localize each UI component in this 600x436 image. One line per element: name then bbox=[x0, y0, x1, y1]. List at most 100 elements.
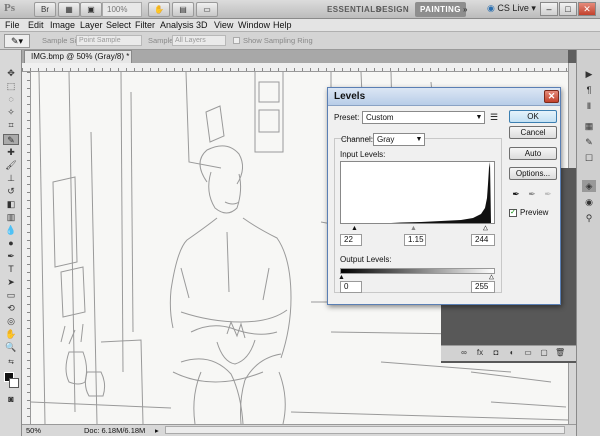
shape-tool-icon[interactable]: ▭ bbox=[3, 290, 19, 301]
background-color-swatch[interactable] bbox=[9, 378, 19, 388]
input-gamma-field[interactable]: 1.15 bbox=[404, 234, 426, 246]
link-layers-icon[interactable]: ∞ bbox=[459, 348, 469, 358]
input-black-slider-handle[interactable]: ▲ bbox=[351, 225, 358, 232]
output-black-slider-handle[interactable]: ▲ bbox=[338, 274, 345, 281]
input-white-slider-handle[interactable]: ▲ bbox=[482, 225, 489, 233]
black-point-eyedropper-icon[interactable]: ✒ bbox=[511, 189, 521, 200]
history-brush-tool-icon[interactable]: ↺ bbox=[3, 186, 19, 197]
close-window-button[interactable]: ✕ bbox=[578, 2, 596, 16]
layer-mask-icon[interactable]: ◘ bbox=[491, 348, 501, 358]
cancel-button[interactable]: Cancel bbox=[509, 126, 557, 139]
arrange-documents-button[interactable]: ▤ bbox=[172, 2, 194, 17]
layer-style-icon[interactable]: fx bbox=[475, 348, 485, 358]
status-menu-arrow-icon[interactable]: ▸ bbox=[155, 425, 159, 436]
menu-select[interactable]: Select bbox=[106, 19, 131, 32]
menu-view[interactable]: View bbox=[214, 19, 233, 32]
sample-size-select[interactable]: Point Sample bbox=[76, 35, 142, 46]
3d-orbit-tool-icon[interactable]: ◎ bbox=[3, 316, 19, 327]
history-icon[interactable]: ¶ bbox=[582, 84, 596, 96]
menu-edit[interactable]: Edit bbox=[28, 19, 44, 32]
status-zoom[interactable]: 50% bbox=[26, 425, 41, 436]
move-tool-icon[interactable]: ✥ bbox=[3, 68, 19, 79]
3d-rotate-tool-icon[interactable]: ⟲ bbox=[3, 303, 19, 314]
preset-select[interactable]: Custom ▼ bbox=[362, 111, 485, 124]
zoom-tool-icon[interactable]: 🔍 bbox=[3, 342, 19, 353]
input-white-field[interactable]: 244 bbox=[471, 234, 495, 246]
preview-checkbox[interactable]: ✓ bbox=[509, 209, 517, 217]
delete-layer-icon[interactable]: 🗑 bbox=[555, 348, 565, 358]
menu-layer[interactable]: Layer bbox=[80, 19, 103, 32]
menu-file[interactable]: File bbox=[5, 19, 20, 32]
clone-source-icon[interactable]: ☐ bbox=[582, 152, 596, 164]
quick-select-tool-icon[interactable]: ✧ bbox=[3, 107, 19, 118]
new-layer-icon[interactable]: ▢ bbox=[539, 348, 549, 358]
navigator-icon[interactable]: ▶ bbox=[582, 68, 596, 80]
extras-button[interactable]: ▦ bbox=[58, 2, 80, 17]
dodge-tool-icon[interactable]: ● bbox=[3, 238, 19, 249]
swatches-icon[interactable]: ▦ bbox=[582, 120, 596, 132]
clone-stamp-tool-icon[interactable]: ⊥ bbox=[3, 173, 19, 184]
bridge-button[interactable]: Br bbox=[34, 2, 56, 17]
hand-button[interactable]: ✋ bbox=[148, 2, 170, 17]
input-black-field[interactable]: 22 bbox=[340, 234, 362, 246]
type-tool-icon[interactable]: T bbox=[3, 264, 19, 275]
minimize-button[interactable]: – bbox=[540, 2, 558, 16]
levels-close-button[interactable]: ✕ bbox=[544, 90, 559, 103]
horizontal-scrollbar[interactable] bbox=[165, 426, 565, 434]
workspace-more-button[interactable]: » bbox=[463, 2, 468, 17]
menu-window[interactable]: Window bbox=[238, 19, 270, 32]
hand-tool-icon[interactable]: ✋ bbox=[3, 329, 19, 340]
character-icon[interactable]: Ⅱ bbox=[582, 100, 596, 112]
menu-image[interactable]: Image bbox=[50, 19, 75, 32]
marquee-tool-icon[interactable]: ⬚ bbox=[3, 81, 19, 92]
menu-analysis[interactable]: Analysis bbox=[160, 19, 194, 32]
input-gamma-slider-handle[interactable]: ▲ bbox=[410, 225, 417, 232]
document-tab[interactable]: IMG.bmp @ 50% (Gray/8) * × bbox=[24, 50, 132, 73]
cs-live-button[interactable]: ◉ CS Live ▾ bbox=[487, 3, 536, 14]
swap-colors-icon[interactable]: ⇆ bbox=[3, 357, 19, 368]
quick-mask-icon[interactable]: ◙ bbox=[3, 394, 19, 405]
levels-title-bar[interactable]: Levels ✕ bbox=[328, 88, 560, 106]
show-sampling-ring-checkbox[interactable] bbox=[233, 37, 240, 44]
workspace-essentials[interactable]: ESSENTIALS bbox=[327, 2, 381, 17]
maximize-button[interactable]: □ bbox=[559, 2, 577, 16]
workspace-design[interactable]: DESIGN bbox=[376, 2, 409, 17]
menu-3d[interactable]: 3D bbox=[196, 19, 208, 32]
output-white-field[interactable]: 255 bbox=[471, 281, 495, 293]
channel-value: Gray bbox=[377, 135, 395, 144]
blur-tool-icon[interactable]: 💧 bbox=[3, 225, 19, 236]
channel-select[interactable]: Gray ▼ bbox=[373, 133, 425, 146]
crop-tool-icon[interactable]: ⌗ bbox=[3, 120, 19, 131]
brush-tool-icon[interactable]: 🖌 bbox=[3, 160, 19, 171]
eyedropper-tool-icon[interactable]: ✎ bbox=[3, 134, 19, 145]
view-extras-button[interactable]: ▣ bbox=[80, 2, 102, 17]
auto-button[interactable]: Auto bbox=[509, 147, 557, 160]
new-group-icon[interactable]: ▭ bbox=[523, 348, 533, 358]
gray-point-eyedropper-icon[interactable]: ✒ bbox=[527, 189, 537, 200]
white-point-eyedropper-icon[interactable]: ✒ bbox=[543, 189, 553, 200]
preset-options-icon[interactable]: ☰ bbox=[490, 112, 498, 123]
tool-preset-picker[interactable]: ✎▾ bbox=[4, 34, 30, 48]
adjustment-layer-icon[interactable]: ◐ bbox=[507, 348, 517, 358]
workspace-painting[interactable]: PAINTING bbox=[415, 2, 466, 17]
path-selection-tool-icon[interactable]: ➤ bbox=[3, 277, 19, 288]
lasso-tool-icon[interactable]: ◌ bbox=[3, 94, 19, 105]
sample-select[interactable]: All Layers bbox=[172, 35, 226, 46]
output-white-slider-handle[interactable]: ▲ bbox=[488, 274, 495, 282]
output-black-field[interactable]: 0 bbox=[340, 281, 362, 293]
eraser-tool-icon[interactable]: ◧ bbox=[3, 199, 19, 210]
channels-icon[interactable]: ◉ bbox=[582, 196, 596, 208]
healing-brush-tool-icon[interactable]: ✚ bbox=[3, 147, 19, 158]
pen-tool-icon[interactable]: ✒ bbox=[3, 251, 19, 262]
menu-help[interactable]: Help bbox=[273, 19, 292, 32]
document-tab-title: IMG.bmp @ 50% (Gray/8) * bbox=[31, 52, 130, 61]
screen-mode-button[interactable]: ▭ bbox=[196, 2, 218, 17]
layers-icon[interactable]: ◈ bbox=[582, 180, 596, 192]
gradient-tool-icon[interactable]: ▥ bbox=[3, 212, 19, 223]
ok-button[interactable]: OK bbox=[509, 110, 557, 123]
brushes-icon[interactable]: ✎ bbox=[582, 136, 596, 148]
zoom-level-select[interactable]: 100% bbox=[102, 2, 142, 17]
paths-icon[interactable]: ⚲ bbox=[582, 212, 596, 224]
menu-filter[interactable]: Filter bbox=[135, 19, 155, 32]
options-button[interactable]: Options... bbox=[509, 167, 557, 180]
